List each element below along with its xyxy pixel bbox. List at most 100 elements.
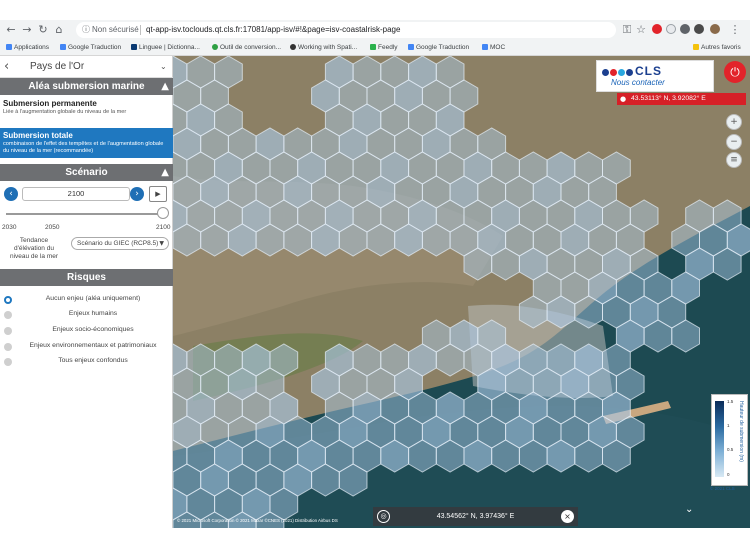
reload-icon[interactable]: ↻ (36, 23, 50, 37)
risk-option[interactable]: Tous enjeux confondus (4, 356, 172, 368)
bookmarks-bar: Applications Google Traduction Linguee |… (0, 41, 750, 55)
contact-link[interactable]: Nous contacter (611, 78, 665, 87)
converter-icon (212, 44, 218, 50)
close-icon[interactable]: × (561, 510, 574, 523)
bookmark-item[interactable]: Applications (6, 41, 49, 55)
bookmark-item[interactable]: Outil de conversion... (212, 41, 281, 55)
bookmark-item[interactable]: Google Traduction (60, 41, 121, 55)
bookmark-label: Working with Spati... (298, 44, 358, 51)
crosshair-icon[interactable]: ◎ (377, 510, 390, 523)
logo-dot (610, 69, 617, 76)
bookmark-item[interactable]: Feedly (370, 41, 398, 55)
radio-icon[interactable] (4, 358, 12, 366)
section-scenario-header[interactable]: Scénario ▲ (0, 164, 173, 181)
risk-option[interactable]: Enjeux humains (4, 309, 172, 321)
cursor-coordinates-text: 43.53113° N, 3.92082° E (631, 95, 706, 102)
bookmark-item[interactable]: Working with Spati... (290, 41, 357, 55)
bookmark-label: MOC (490, 44, 506, 51)
bookmark-item[interactable]: Google Traduction (408, 41, 469, 55)
feedly-icon (370, 44, 376, 50)
browser-chrome: ← → ↻ ⌂ ⓘ Non sécurisé qt-app-isv.toclou… (0, 20, 750, 56)
power-icon[interactable]: ⏻ (724, 61, 746, 83)
browser-back-icon[interactable]: ← (4, 23, 18, 37)
bookmark-item[interactable]: Linguee | Dictionna... (131, 41, 200, 55)
option-description: combinaison de l'effet des tempêtes et d… (3, 141, 164, 154)
previous-year-button[interactable]: ‹ (4, 187, 18, 201)
radio-icon[interactable] (4, 343, 12, 351)
risk-option-label: Enjeux socio-économiques (52, 326, 134, 333)
next-year-button[interactable]: › (130, 187, 144, 201)
url-text: qt-app-isv.toclouds.qt.cls.fr:17081/app-… (146, 25, 401, 34)
slider-track (6, 213, 164, 215)
legend-value: 1 (727, 423, 730, 428)
layers-icon[interactable]: ≡ (726, 152, 742, 168)
side-panel: ‹ Pays de l'Or ⌄ Aléa submersion marine … (0, 56, 173, 528)
omnibox-divider (140, 25, 141, 35)
risk-option-label: Enjeux humains (68, 310, 118, 317)
map-pin-icon: ● (620, 95, 627, 103)
option-submersion-permanente[interactable]: Submersion permanente Liée à l'augmentat… (0, 96, 173, 126)
puzzle-icon[interactable] (694, 24, 704, 34)
avatar[interactable] (710, 24, 720, 34)
risk-option-label: Aucun enjeu (aléa uniquement) (45, 295, 141, 302)
scenario-select[interactable]: Scénario du GIEC (RCP8.5) ▼ (71, 237, 169, 250)
bookmark-icon (482, 44, 488, 50)
option-description: Liée à l'augmentation globale du niveau … (3, 109, 127, 115)
option-submersion-totale[interactable]: Submersion totale combinaison de l'effet… (0, 128, 173, 158)
chevron-up-icon: ▲ (161, 167, 169, 178)
legend-footer: © 2021 CLS (710, 486, 735, 491)
option-title: Submersion totale (3, 131, 73, 140)
extension-icon[interactable] (666, 24, 676, 34)
year-value[interactable]: 2100 (22, 187, 130, 201)
translate-icon (408, 44, 414, 50)
play-icon[interactable]: ▶ (149, 186, 167, 202)
map-view[interactable]: CLS Nous contacter ⏻ ● 43.53113° N, 3.92… (173, 56, 750, 528)
risk-option[interactable]: Aucun enjeu (aléa uniquement) (4, 294, 172, 306)
risk-option[interactable]: Enjeux environnementaux et patrimoniaux (4, 341, 172, 353)
address-bar[interactable]: ⓘ Non sécurisé qt-app-isv.toclouds.qt.cl… (76, 22, 616, 38)
key-icon[interactable]: ⚿ (620, 23, 634, 37)
radio-icon[interactable] (4, 327, 12, 335)
legend-title: Hauteur de submersion (m) (738, 401, 744, 462)
legend-color-ramp (715, 401, 724, 477)
extension-icon[interactable] (652, 24, 662, 34)
extension-icon[interactable] (680, 24, 690, 34)
bookmark-label: Google Traduction (416, 44, 470, 51)
slider-tick: 2050 (45, 224, 60, 231)
legend-value: 1.5 (727, 399, 734, 404)
bookmark-label: Autres favoris (701, 44, 741, 51)
bookmark-folder[interactable]: Autres favoris (693, 41, 741, 55)
depth-legend: 1.5 1 0.5 0 Hauteur de submersion (m) (711, 394, 748, 486)
section-risques-header[interactable]: Risques (0, 269, 173, 286)
chevron-left-icon[interactable]: ‹ (4, 59, 9, 74)
home-icon[interactable]: ⌂ (52, 23, 66, 37)
panel-header: ‹ Pays de l'Or ⌄ (0, 56, 173, 78)
browser-forward-icon[interactable]: → (20, 23, 34, 37)
year-slider[interactable] (6, 207, 169, 219)
menu-icon[interactable]: ⋮ (728, 23, 742, 37)
security-label: Non sécurisé (92, 25, 139, 34)
section-alea-header[interactable]: Aléa submersion marine ▲ (0, 78, 173, 95)
year-selector: ‹ 2100 › ▶ (4, 186, 169, 202)
risk-option[interactable]: Enjeux socio-économiques (4, 325, 172, 337)
zoom-out-icon[interactable]: − (726, 134, 742, 150)
chevron-down-icon[interactable]: ⌄ (685, 504, 693, 515)
slider-thumb[interactable] (157, 207, 169, 219)
star-icon[interactable]: ☆ (634, 23, 648, 37)
warning-icon: ⓘ (82, 25, 90, 34)
bookmark-label: Outil de conversion... (220, 44, 282, 51)
screen: ← → ↻ ⌂ ⓘ Non sécurisé qt-app-isv.toclou… (0, 0, 750, 550)
region-title: Pays de l'Or (30, 61, 85, 72)
risk-option-label: Enjeux environnementaux et patrimoniaux (29, 342, 157, 349)
radio-icon[interactable] (4, 311, 12, 319)
slider-tick: 2030 (2, 224, 17, 231)
zoom-in-icon[interactable]: + (726, 114, 742, 130)
scenario-select-value: Scénario du GIEC (RCP8.5) (77, 240, 159, 247)
chevron-down-icon[interactable]: ⌄ (160, 62, 167, 71)
radio-selected-icon[interactable] (4, 296, 12, 304)
logo-dot (626, 69, 633, 76)
bookmark-item[interactable]: MOC (482, 41, 505, 55)
chevron-up-icon: ▲ (161, 81, 169, 92)
linguee-icon (131, 44, 137, 50)
cls-logo[interactable]: CLS Nous contacter (596, 60, 714, 92)
